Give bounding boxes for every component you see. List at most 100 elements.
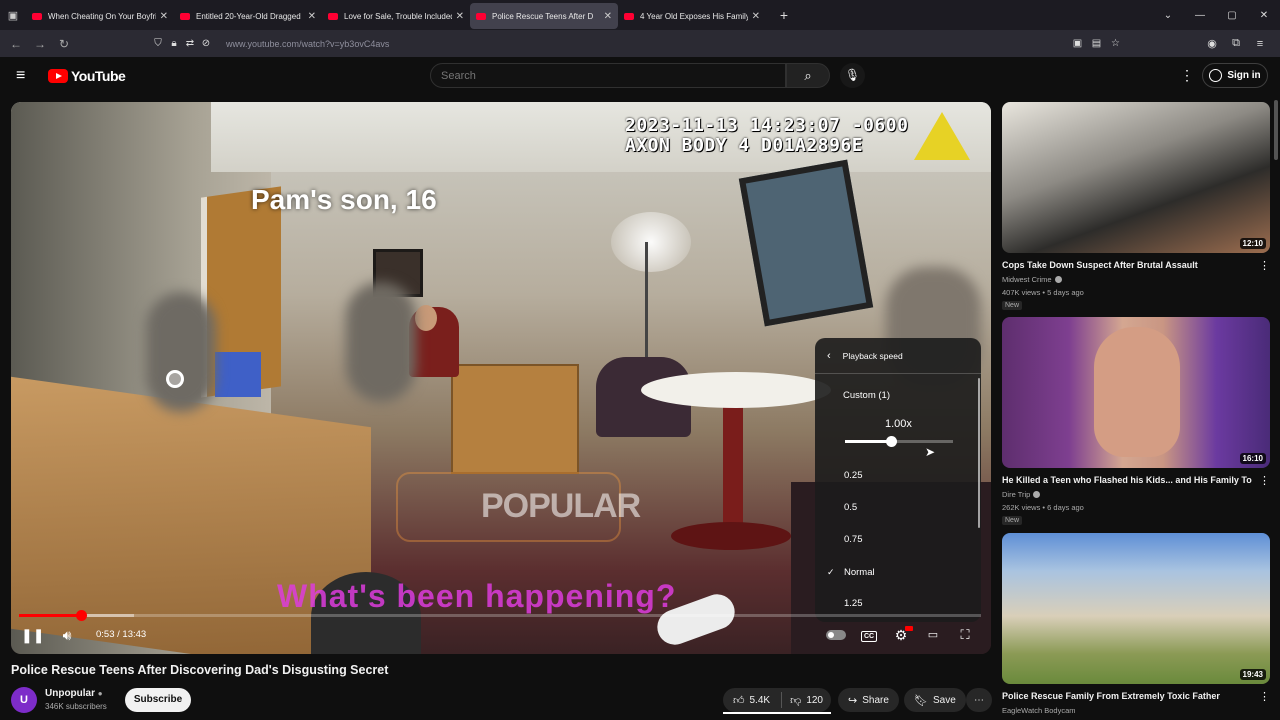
recommendation-channel[interactable]: Midwest Crime — [1002, 275, 1062, 284]
menu-header[interactable]: ‹ Playback speed — [815, 338, 981, 374]
theater-mode-button[interactable]: ▭ — [921, 624, 945, 646]
close-tab-icon[interactable]: ✕ — [752, 11, 760, 22]
recommendation-title[interactable]: Cops Take Down Suspect After Brutal Assa… — [1002, 260, 1252, 270]
dislike-count: 120 — [806, 694, 823, 706]
channel-text[interactable]: EagleWatch Bodycam — [1002, 706, 1076, 715]
tab-overflow-icon[interactable]: ⌄ — [1152, 10, 1184, 21]
account-icon[interactable]: ◉ — [1200, 37, 1224, 50]
recommendation-menu-icon[interactable]: ⋮ — [1259, 474, 1270, 487]
url-text[interactable]: www.youtube.com/watch?v=yb3ovC4avs — [226, 39, 389, 49]
subscribe-button[interactable]: Subscribe — [125, 688, 191, 712]
camera-off-icon[interactable]: ⊘ — [198, 38, 214, 49]
speed-option-0-25[interactable]: 0.25 — [827, 464, 977, 488]
account-circle-icon — [1209, 69, 1223, 82]
minimize-icon[interactable]: — — [1184, 10, 1216, 21]
browser-tab-3[interactable]: Love for Sale, Trouble Included. ✕ — [322, 3, 470, 29]
hd-badge — [905, 626, 913, 631]
search-button[interactable]: ⌕ — [786, 63, 830, 88]
browser-tab-1[interactable]: When Cheating On Your Boyfri ✕ — [26, 3, 174, 29]
speed-option-0-5[interactable]: 0.5 — [827, 496, 977, 520]
close-tab-icon[interactable]: ✕ — [456, 11, 464, 22]
tab-list-icon[interactable]: ▣ — [0, 9, 26, 22]
channel-name[interactable]: Unpopular ● — [45, 688, 103, 699]
shield-icon[interactable]: ⛉ — [150, 38, 166, 49]
recommendation-menu-icon[interactable]: ⋮ — [1259, 259, 1270, 272]
reader-view-icon[interactable]: ▤ — [1087, 38, 1106, 49]
sign-in-button[interactable]: Sign in — [1202, 63, 1268, 88]
reload-icon[interactable]: ↻ — [52, 37, 76, 51]
custom-speed-label[interactable]: Custom (1) — [843, 390, 890, 401]
volume-icon: 🔊︎ — [62, 627, 72, 643]
speed-slider[interactable] — [845, 436, 953, 447]
video-thumbnail[interactable]: 16:10 — [1002, 317, 1270, 468]
forward-icon[interactable]: → — [28, 37, 52, 51]
guide-menu-icon[interactable]: ≡ — [16, 67, 25, 85]
browser-tab-5[interactable]: 4 Year Old Exposes His Family's ✕ — [618, 3, 766, 29]
seek-bar[interactable] — [19, 610, 981, 621]
custom-speed-value: 1.00x — [885, 418, 912, 430]
like-count: 5.4K — [749, 694, 771, 706]
voice-search-button[interactable]: 🎙︎ — [840, 63, 865, 88]
extensions-icon[interactable]: ⧉ — [1224, 37, 1248, 50]
menu-icon[interactable]: ≡ — [1248, 38, 1272, 50]
mute-button[interactable]: 🔊︎ — [55, 624, 79, 646]
channel-name-text[interactable]: Unpopular — [45, 688, 95, 699]
new-tab-button[interactable]: + — [772, 7, 796, 23]
youtube-header: ≡ YouTube ⌕ 🎙︎ ⋮ Sign in — [0, 57, 1280, 95]
browser-tab-2[interactable]: Entitled 20-Year-Old Dragged ✕ — [174, 3, 322, 29]
channel-avatar[interactable]: U — [11, 687, 37, 713]
back-icon[interactable]: ← — [4, 37, 28, 51]
back-chevron-icon[interactable]: ‹ — [827, 350, 831, 362]
lock-icon[interactable]: 🔒︎ — [166, 38, 182, 49]
channel-text[interactable]: Midwest Crime — [1002, 275, 1052, 284]
save-button[interactable]: 🔖︎ Save — [904, 688, 966, 712]
speed-option-normal[interactable]: ✓ Normal — [827, 560, 977, 584]
pause-button[interactable]: ❚❚ — [21, 624, 44, 646]
close-tab-icon[interactable]: ✕ — [160, 11, 168, 22]
like-button[interactable]: 👍︎ 5.4K — [723, 692, 783, 708]
autoplay-toggle[interactable] — [826, 630, 846, 640]
picture-in-picture-icon[interactable]: ▣ — [1068, 38, 1087, 49]
more-actions-button[interactable]: ⋯ — [966, 688, 992, 712]
maximize-icon[interactable]: ▢ — [1216, 10, 1248, 21]
sign-in-label: Sign in — [1227, 70, 1261, 81]
address-bar[interactable]: ⛉ 🔒︎ ⇄ ⊘ www.youtube.com/watch?v=yb3ovC4… — [150, 33, 1130, 54]
menu-scrollbar[interactable] — [978, 378, 980, 528]
speed-option-0-75[interactable]: 0.75 — [827, 528, 977, 552]
logo-text: YouTube — [71, 68, 126, 84]
search-input[interactable] — [431, 64, 785, 87]
dislike-button[interactable]: 👎︎ 120 — [782, 694, 831, 707]
speed-slider-handle[interactable] — [886, 436, 898, 447]
recommendation-title[interactable]: Police Rescue Family From Extremely Toxi… — [1002, 691, 1252, 701]
microphone-icon: 🎙︎ — [844, 68, 861, 82]
close-window-icon[interactable]: ✕ — [1248, 10, 1280, 21]
seek-bar-scrubber[interactable] — [75, 610, 87, 621]
speed-option-1-25[interactable]: 1.25 — [827, 592, 977, 616]
subtitles-button[interactable]: CC — [857, 624, 881, 646]
recommendation-channel[interactable]: EagleWatch Bodycam — [1002, 706, 1076, 715]
close-tab-icon[interactable]: ✕ — [308, 11, 316, 22]
tab-title: Entitled 20-Year-Old Dragged — [196, 11, 301, 21]
speed-option-label: 0.75 — [844, 534, 863, 545]
browser-tab-4-active[interactable]: Police Rescue Teens After D ✕ — [470, 3, 618, 29]
permissions-icon[interactable]: ⇄ — [182, 38, 198, 49]
share-button[interactable]: ↪ Share — [838, 688, 899, 712]
video-thumbnail[interactable]: 12:10 — [1002, 102, 1270, 253]
mouse-cursor-icon: ➤ — [925, 445, 936, 459]
video-frame-scene — [723, 402, 743, 542]
recommendation-menu-icon[interactable]: ⋮ — [1259, 690, 1270, 703]
fullscreen-button[interactable]: ⛶ — [953, 624, 977, 646]
video-thumbnail[interactable]: 19:43 — [1002, 533, 1270, 684]
youtube-logo[interactable]: YouTube — [48, 68, 126, 84]
close-tab-icon[interactable]: ✕ — [604, 11, 612, 22]
page-scrollbar[interactable] — [1274, 100, 1278, 160]
video-player[interactable]: 2023-11-13 14:23:07 -0600 AXON BODY 4 D0… — [11, 102, 991, 654]
window-controls: ⌄ — ▢ ✕ — [1152, 0, 1280, 30]
bookmark-star-icon[interactable]: ☆ — [1106, 38, 1125, 49]
settings-kebab-icon[interactable]: ⋮ — [1180, 67, 1194, 84]
recommendation-title[interactable]: He Killed a Teen who Flashed his Kids...… — [1002, 475, 1252, 485]
recommendation-channel[interactable]: Dire Trip — [1002, 490, 1041, 499]
new-badge: New — [1002, 516, 1023, 525]
channel-text[interactable]: Dire Trip — [1002, 490, 1030, 499]
search-box[interactable] — [430, 63, 786, 88]
